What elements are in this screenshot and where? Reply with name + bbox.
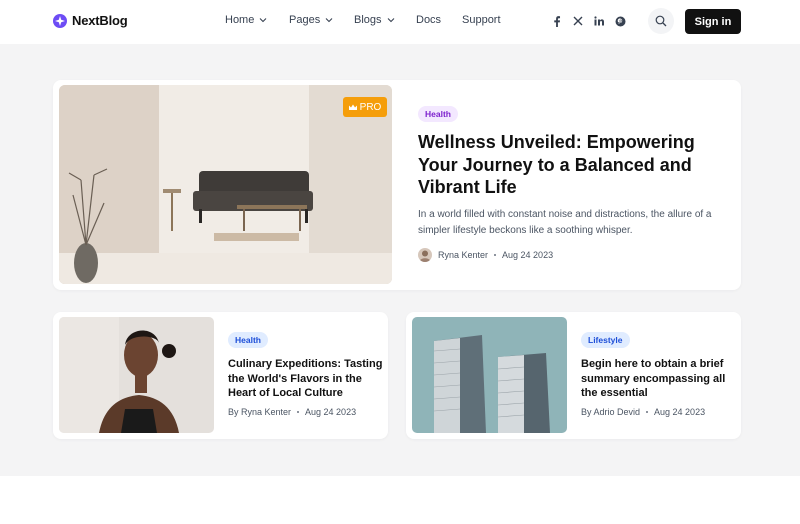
search-icon xyxy=(655,15,667,27)
brand-logo[interactable]: NextBlog xyxy=(53,13,128,28)
meta-separator xyxy=(646,411,649,413)
chevron-down-icon xyxy=(259,18,267,23)
site-header: NextBlog Home Pages Blogs Docs Support S… xyxy=(0,0,800,44)
post-date: Aug 24 2023 xyxy=(654,407,706,417)
buildings-illustration xyxy=(412,317,567,433)
living-room-illustration xyxy=(59,85,392,284)
post-author[interactable]: By Adrio Devid xyxy=(581,407,640,417)
nav-home[interactable]: Home xyxy=(225,14,267,26)
linkedin-icon[interactable] xyxy=(593,15,605,27)
post-meta: By Adrio Devid Aug 24 2023 xyxy=(581,407,705,417)
post-author[interactable]: By Ryna Kenter xyxy=(228,407,291,417)
post-category-tag[interactable]: Lifestyle xyxy=(581,332,630,348)
featured-meta: Ryna Kenter Aug 24 2023 xyxy=(418,248,553,262)
chevron-down-icon xyxy=(387,18,394,23)
pro-badge-label: PRO xyxy=(359,101,382,113)
nav-home-label: Home xyxy=(225,14,255,26)
runner-portrait-illustration xyxy=(59,317,214,433)
pro-badge: PRO xyxy=(343,97,387,117)
search-button[interactable] xyxy=(648,8,674,34)
post-title[interactable]: Begin here to obtain a brief summary enc… xyxy=(581,357,736,401)
post-image[interactable] xyxy=(59,317,214,433)
meta-separator xyxy=(297,411,300,413)
nav-pages[interactable]: Pages xyxy=(289,14,333,26)
meta-separator xyxy=(494,254,497,256)
post-date: Aug 24 2023 xyxy=(305,407,357,417)
post-category-tag[interactable]: Health xyxy=(228,332,268,348)
nav-docs-label: Docs xyxy=(416,14,442,26)
nav-docs[interactable]: Docs xyxy=(416,14,441,26)
nav-blogs[interactable]: Blogs xyxy=(354,14,395,26)
nav-support-label: Support xyxy=(462,14,501,26)
footer-section xyxy=(0,476,800,524)
facebook-icon[interactable] xyxy=(551,15,563,27)
post-card[interactable]: Health Culinary Expeditions: Tasting the… xyxy=(53,312,388,439)
featured-author[interactable]: Ryna Kenter xyxy=(438,250,488,260)
featured-image[interactable]: PRO xyxy=(59,85,392,284)
post-card[interactable]: Lifestyle Begin here to obtain a brief s… xyxy=(406,312,741,439)
crown-icon xyxy=(348,104,357,110)
featured-category-tag[interactable]: Health xyxy=(418,106,458,122)
nav-support[interactable]: Support xyxy=(462,14,501,26)
avatar xyxy=(418,248,432,262)
nav-blogs-label: Blogs xyxy=(354,14,382,26)
x-icon[interactable] xyxy=(572,15,584,27)
pinterest-icon[interactable] xyxy=(614,15,626,27)
featured-title[interactable]: Wellness Unveiled: Empowering Your Journ… xyxy=(418,131,718,199)
featured-date: Aug 24 2023 xyxy=(502,250,554,260)
nav-pages-label: Pages xyxy=(289,14,321,26)
post-meta: By Ryna Kenter Aug 24 2023 xyxy=(228,407,356,417)
featured-description: In a world filled with constant noise an… xyxy=(418,209,712,236)
logo-icon xyxy=(53,13,67,28)
brand-name: NextBlog xyxy=(72,13,128,28)
post-image[interactable] xyxy=(412,317,567,433)
featured-post-card[interactable]: PRO Health Wellness Unveiled: Empowering… xyxy=(53,80,741,290)
chevron-down-icon xyxy=(325,18,333,23)
post-title[interactable]: Culinary Expeditions: Tasting the World'… xyxy=(228,357,383,401)
sign-in-button[interactable]: Sign in xyxy=(685,9,741,34)
